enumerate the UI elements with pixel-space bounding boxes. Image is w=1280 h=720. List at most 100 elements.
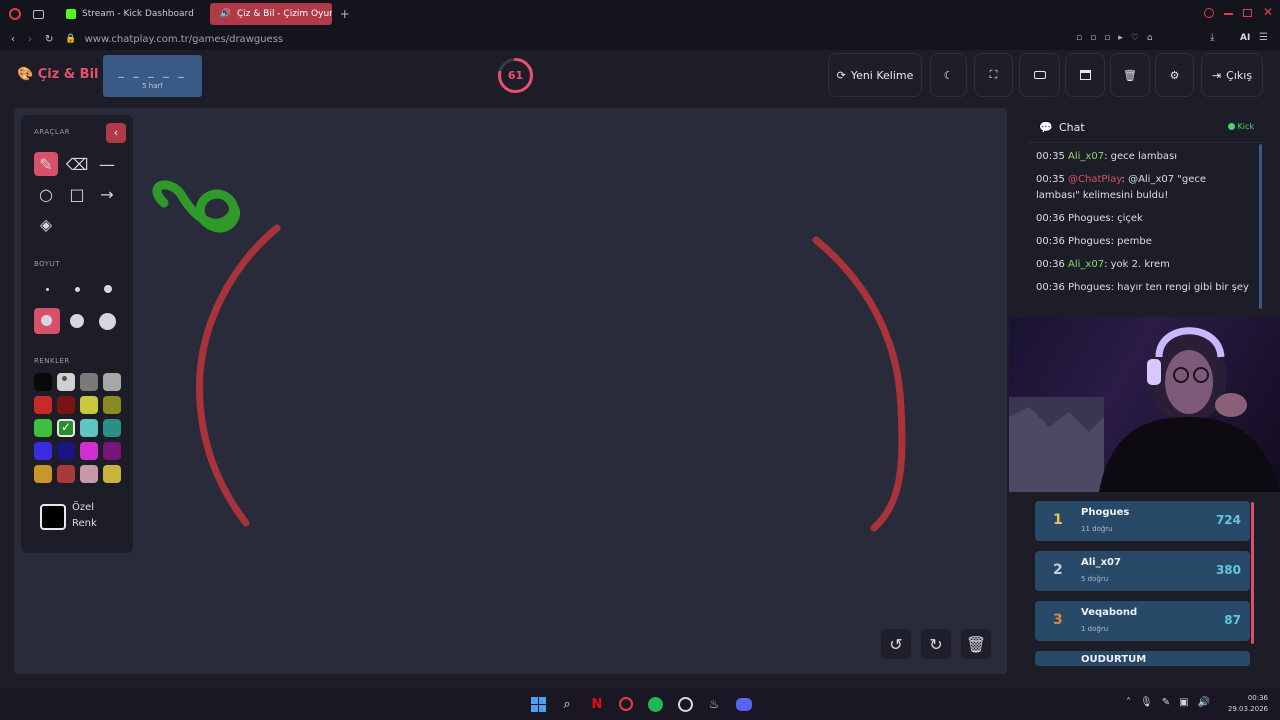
chat-username[interactable]: Ali_x07 (1068, 151, 1104, 162)
chat-username[interactable]: Phogues (1068, 236, 1111, 247)
line-tool[interactable]: — (95, 152, 119, 176)
color-swatch[interactable]: ✓ (57, 419, 75, 437)
leaderboard-row: 2 Ali_x07 5 doğru 380 (1035, 551, 1250, 591)
custom-color-label-1: Özel (72, 502, 95, 513)
fill-tool[interactable]: ◈ (34, 212, 58, 236)
rectangle-tool[interactable]: □ (65, 182, 89, 206)
settings-button[interactable]: ⚙ (1155, 53, 1194, 97)
spotify-icon[interactable] (645, 694, 665, 714)
color-swatch[interactable] (34, 465, 52, 483)
color-swatch[interactable] (103, 442, 121, 460)
ai-label[interactable]: AI (1240, 33, 1250, 43)
leaderboard-rank: 3 (1053, 612, 1063, 628)
maximize-icon[interactable] (1243, 9, 1252, 17)
chat-username[interactable]: @ChatPlay (1068, 174, 1122, 185)
brush-tool[interactable]: ✎ (34, 152, 58, 176)
chat-timestamp: 00:35 (1036, 174, 1065, 185)
color-swatch[interactable] (57, 442, 75, 460)
color-swatch[interactable] (103, 465, 121, 483)
url-text[interactable]: www.chatplay.com.tr/games/drawguess (85, 34, 284, 45)
tab-ciz-bil[interactable]: 🔊 Çiz & Bil - Çizim Oyunu (209, 3, 332, 25)
chat-username[interactable]: Phogues (1068, 282, 1111, 293)
custom-color-swatch[interactable] (40, 504, 66, 530)
redo-button[interactable]: ↻ (921, 629, 951, 659)
collapse-panel-button[interactable]: ‹ (106, 123, 126, 143)
close-window-icon[interactable]: ✕ (1263, 5, 1273, 19)
system-clock[interactable]: 00:36 29.03.2026 (1228, 693, 1268, 715)
forward-icon[interactable]: › (28, 34, 32, 45)
size-option-3[interactable] (104, 285, 112, 293)
tray-icons[interactable]: ˄🎙✎▣🔊 (1126, 697, 1219, 708)
minimize-icon[interactable] (1224, 13, 1233, 15)
fullscreen-button[interactable]: ⛶ (974, 53, 1013, 97)
logo-text: Çiz & Bil (37, 67, 99, 82)
color-swatch[interactable] (34, 373, 52, 391)
color-swatch[interactable] (57, 465, 75, 483)
clear-canvas-button[interactable]: 🗑 (961, 629, 991, 659)
search-icon[interactable]: ⌕ (557, 694, 577, 714)
keyboard-icon (1033, 71, 1046, 79)
drawing-canvas[interactable] (14, 108, 1007, 674)
netflix-icon[interactable]: N (587, 694, 607, 714)
back-icon[interactable]: ‹ (11, 34, 15, 45)
workspaces-icon[interactable] (33, 9, 44, 19)
color-swatch[interactable] (80, 442, 98, 460)
word-hint-box: _ _ _ _ _ 5 harf (103, 55, 202, 97)
color-swatch[interactable] (57, 373, 75, 391)
leaderboard-scrollbar[interactable] (1251, 502, 1254, 644)
size-option-1[interactable] (46, 288, 49, 291)
color-swatch[interactable] (34, 419, 52, 437)
download-icon[interactable]: ⤓ (1210, 32, 1214, 43)
chat-scrollbar[interactable] (1259, 144, 1262, 309)
size-option-6[interactable] (99, 313, 116, 330)
chat-username[interactable]: Phogues (1068, 213, 1111, 224)
chat-message: 00:36 Phogues: pembe (1036, 234, 1251, 250)
reload-icon[interactable]: ↻ (45, 34, 53, 45)
color-swatch[interactable] (34, 442, 52, 460)
color-swatch[interactable] (80, 465, 98, 483)
size-option-4-selected[interactable] (34, 308, 60, 334)
chat-text: : çiçek (1110, 213, 1143, 224)
leaderboard-name: Ali_x07 (1081, 557, 1121, 568)
steam-icon[interactable]: ♨ (704, 694, 724, 714)
chat-message: 00:36 Ali_x07: yok 2. krem (1036, 257, 1251, 273)
undo-button[interactable]: ↺ (881, 629, 911, 659)
opera-icon[interactable] (616, 694, 636, 714)
obs-icon[interactable] (675, 694, 695, 714)
leaderboard-score: 380 (1215, 563, 1241, 577)
menu-icon[interactable]: ☰ (1259, 32, 1268, 43)
color-swatch[interactable] (103, 373, 121, 391)
color-swatch[interactable] (80, 373, 98, 391)
color-swatch[interactable] (57, 396, 75, 414)
new-word-button[interactable]: ⟳ Yeni Kelime (828, 53, 922, 97)
app-logo[interactable]: 🎨 Çiz & Bil (17, 67, 99, 82)
color-swatch[interactable] (103, 396, 121, 414)
exit-button[interactable]: ⇥ Çıkış (1201, 53, 1263, 97)
chat-username[interactable]: Ali_x07 (1068, 259, 1104, 270)
tab-kick-dashboard[interactable]: Stream - Kick Dashboard (56, 3, 204, 25)
size-option-2[interactable] (75, 287, 80, 292)
arrow-tool[interactable]: → (95, 182, 119, 206)
dark-mode-button[interactable]: ☾ (930, 53, 967, 97)
eraser-tool[interactable]: ⌫ (65, 152, 89, 176)
color-swatch[interactable] (103, 419, 121, 437)
circle-tool[interactable]: ○ (34, 182, 58, 206)
chat-timestamp: 00:35 (1036, 151, 1065, 162)
clock-time: 00:36 (1247, 694, 1268, 702)
color-swatch[interactable] (80, 396, 98, 414)
new-tab-icon[interactable]: + (340, 7, 350, 21)
keyboard-button[interactable] (1019, 53, 1060, 97)
size-option-5[interactable] (70, 314, 84, 328)
opera-logo-icon[interactable] (9, 8, 21, 20)
extensions-icon[interactable]: ▫▫▫▸♡⌂ (1076, 33, 1161, 43)
windows-start-icon[interactable] (528, 694, 548, 714)
color-swatch[interactable] (34, 396, 52, 414)
discord-icon[interactable] (734, 694, 754, 714)
search-tabs-icon[interactable] (1204, 8, 1214, 18)
color-swatch[interactable] (80, 419, 98, 437)
chat-bubble-icon: 💬 (1039, 121, 1053, 134)
archive-button[interactable] (1065, 53, 1105, 97)
chat-status-label: Kick (1237, 122, 1255, 131)
clear-button[interactable]: 🗑 (1110, 53, 1150, 97)
leaderboard-score: 87 (1224, 613, 1241, 627)
